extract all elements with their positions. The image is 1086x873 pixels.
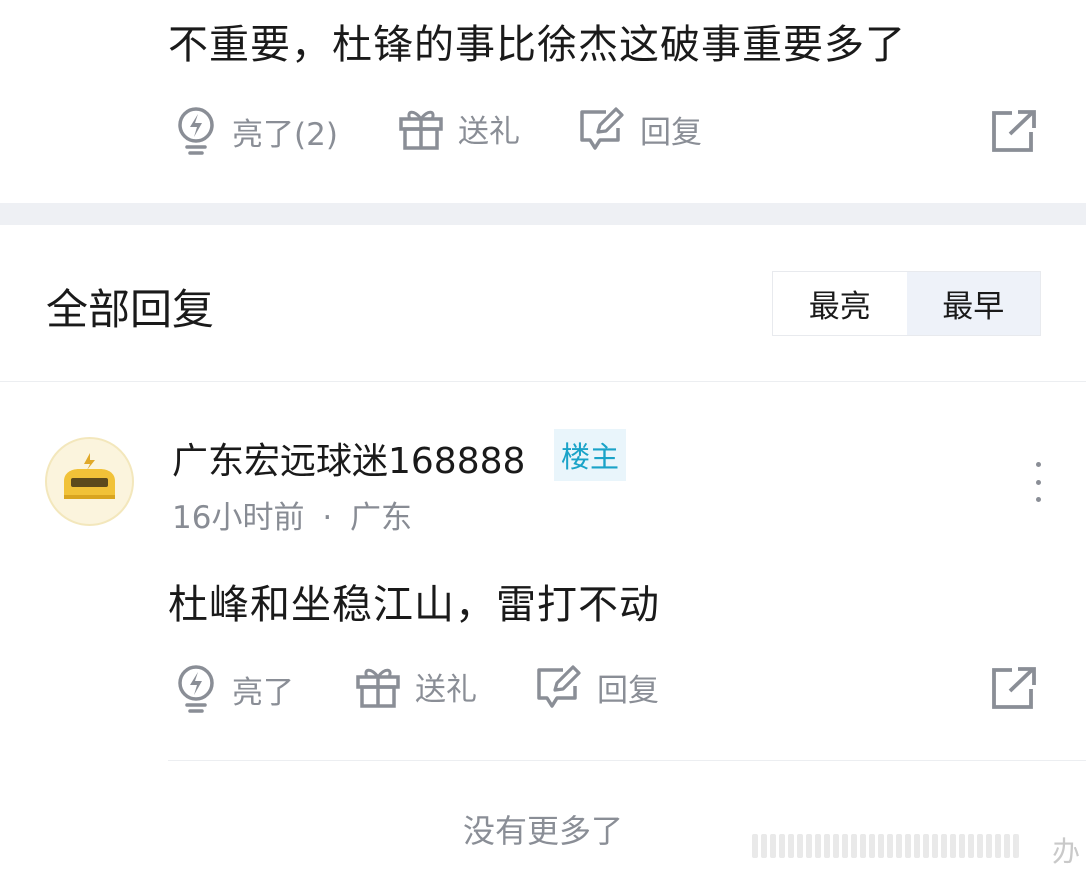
gift-button[interactable]: 送礼	[398, 106, 520, 151]
section-title: 全部回复	[46, 285, 215, 334]
divider	[168, 760, 1086, 761]
divider	[0, 381, 1086, 382]
lightbulb-icon	[174, 106, 218, 156]
sort-option-hottest[interactable]: 最亮	[773, 272, 907, 335]
watermark	[752, 830, 1082, 862]
share-icon[interactable]	[990, 108, 1038, 154]
edit-reply-icon	[535, 664, 583, 710]
like-button[interactable]: 亮了(2)	[174, 106, 338, 156]
reply-meta: 16小时前 · 广东	[172, 492, 412, 537]
gift-label: 送礼	[415, 672, 477, 708]
gift-icon	[398, 107, 444, 151]
comment-text: 不重要，杜锋的事比徐杰这破事重要多了	[168, 22, 906, 68]
op-badge: 楼主	[554, 429, 626, 481]
more-options-icon[interactable]	[1028, 462, 1048, 502]
section-separator	[0, 203, 1086, 225]
sort-toggle: 最亮 最早	[772, 271, 1041, 336]
meta-separator: ·	[322, 500, 333, 536]
timestamp: 16小时前	[172, 500, 305, 536]
reply-button[interactable]: 回复	[578, 106, 702, 152]
location: 广东	[350, 500, 413, 536]
edit-reply-icon	[578, 106, 626, 152]
gift-icon	[355, 665, 401, 709]
reply-button[interactable]: 回复	[535, 664, 659, 710]
gift-button[interactable]: 送礼	[355, 664, 477, 709]
like-label: 亮了	[232, 674, 294, 711]
gift-label: 送礼	[458, 114, 520, 150]
reply-text: 杜峰和坐稳江山，雷打不动	[168, 582, 660, 628]
like-button[interactable]: 亮了	[174, 664, 294, 714]
avatar[interactable]	[45, 437, 134, 526]
reply-label: 回复	[640, 114, 702, 151]
sort-option-earliest[interactable]: 最早	[906, 272, 1040, 335]
share-icon[interactable]	[990, 665, 1038, 711]
reply-label: 回复	[597, 672, 659, 709]
lightbulb-icon	[174, 664, 218, 714]
watermark-text: 办	[1052, 835, 1081, 868]
like-label: 亮了(2)	[232, 116, 338, 153]
username[interactable]: 广东宏远球迷168888	[172, 432, 525, 484]
